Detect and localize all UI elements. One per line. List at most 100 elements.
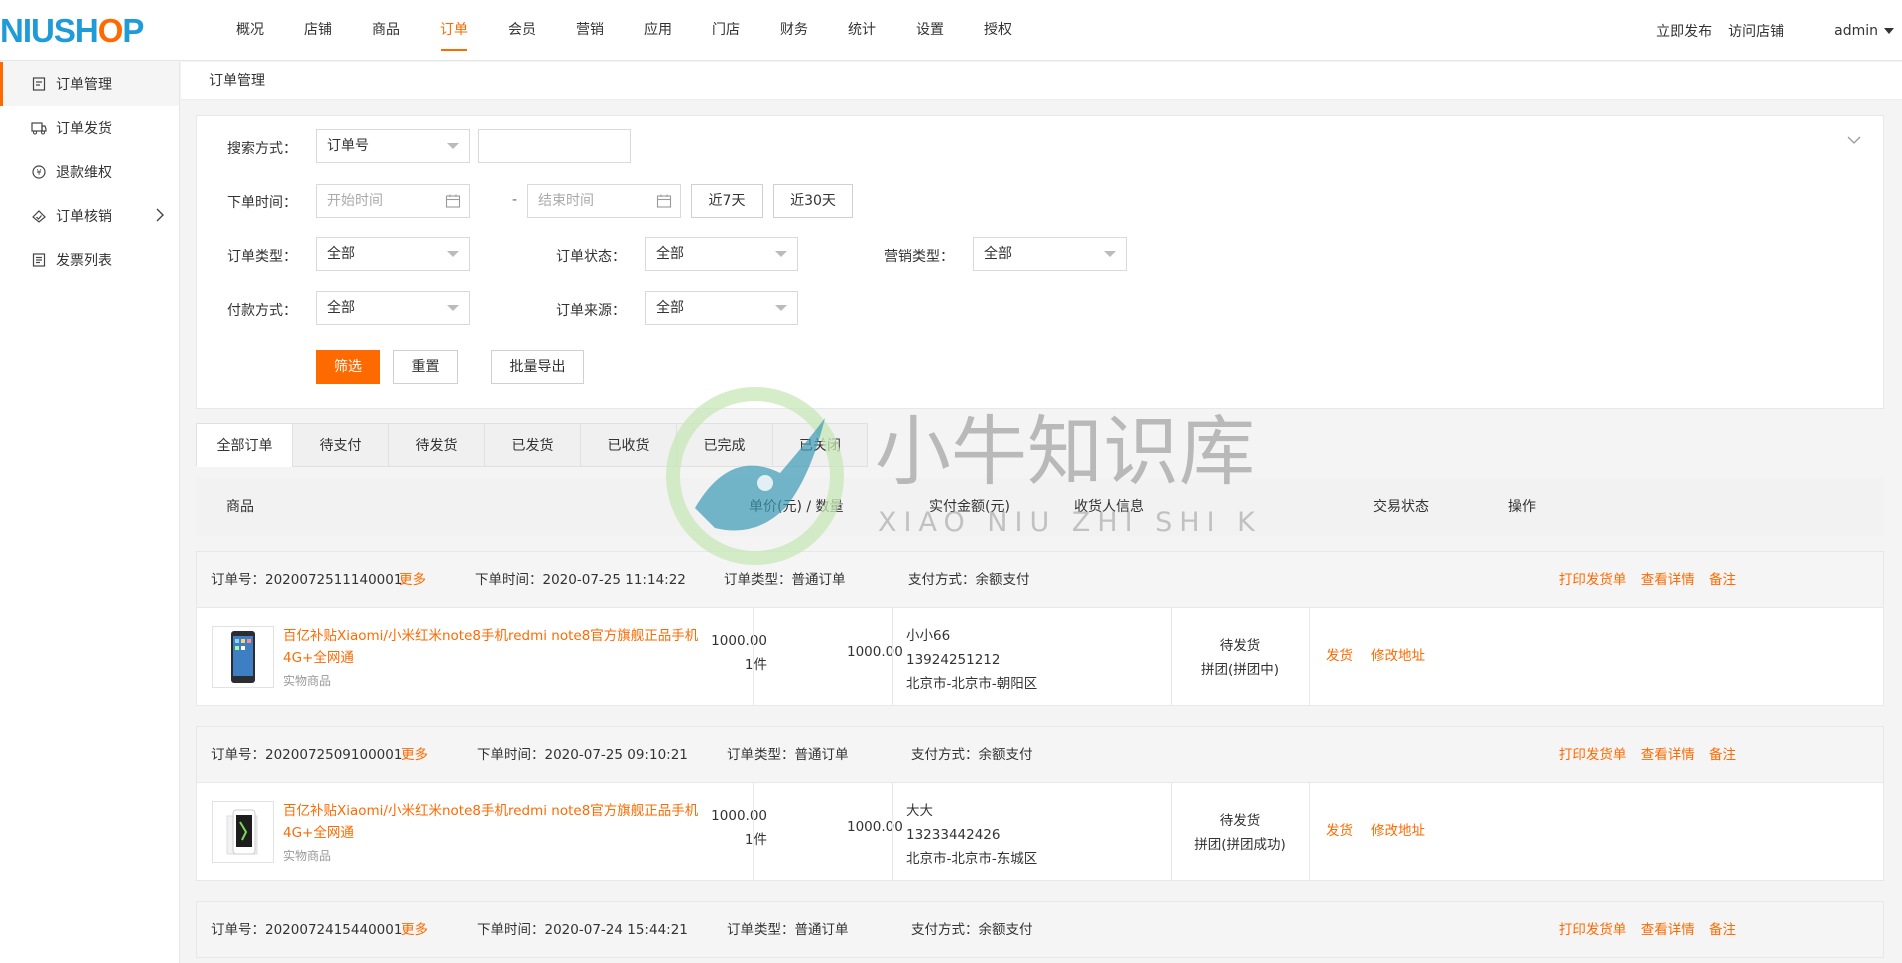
order-header-actions: 打印发货单 查看详情 备注 xyxy=(1549,727,1736,783)
more-link[interactable]: 更多 xyxy=(401,902,428,958)
caret-down-icon xyxy=(447,143,459,149)
nav-license[interactable]: 授权 xyxy=(964,0,1032,61)
publish-link[interactable]: 立即发布 xyxy=(1656,21,1712,41)
order-no-value: 2020072509100001 xyxy=(265,747,403,763)
order-pay-label: 支付方式： xyxy=(911,747,979,763)
paid-amount: 1000.00 xyxy=(847,644,903,660)
tab-all-orders[interactable]: 全部订单 xyxy=(196,423,292,467)
receiver-name: 小小66 xyxy=(906,628,951,644)
more-link[interactable]: 更多 xyxy=(399,552,426,608)
calendar-icon xyxy=(445,194,461,208)
order-source-select[interactable]: 全部 xyxy=(645,291,798,325)
user-menu[interactable]: admin xyxy=(1834,23,1894,39)
more-link[interactable]: 更多 xyxy=(401,727,428,783)
reset-button[interactable]: 重置 xyxy=(393,350,458,384)
start-time-placeholder: 开始时间 xyxy=(327,193,383,209)
tab-pending-shipment[interactable]: 待发货 xyxy=(388,423,484,467)
nav-finance[interactable]: 财务 xyxy=(760,0,828,61)
edit-address-link[interactable]: 修改地址 xyxy=(1371,823,1425,839)
sidebar-item-invoice[interactable]: 发票列表 xyxy=(0,238,179,282)
receiver-info: 大大 13233442426 北京市-北京市-东城区 xyxy=(906,799,1037,871)
visit-store-link[interactable]: 访问店铺 xyxy=(1728,21,1784,41)
ship-link[interactable]: 发货 xyxy=(1326,823,1353,839)
order-time-label: 下单时间： xyxy=(475,572,543,588)
product-title-link[interactable]: 百亿补贴Xiaomi/小米红米note8手机redmi note8官方旗舰正品手… xyxy=(283,800,703,844)
order-source-label: 订单来源： xyxy=(556,303,626,319)
product-type: 实物商品 xyxy=(283,849,332,863)
tab-closed[interactable]: 已关闭 xyxy=(772,423,868,467)
sidebar-item-order-ship[interactable]: 订单发货 xyxy=(0,106,179,150)
print-shipping-note-link[interactable]: 打印发货单 xyxy=(1559,747,1627,763)
last-7-days-button[interactable]: 近7天 xyxy=(691,184,763,218)
order-no-label: 订单号： xyxy=(211,747,265,763)
sidebar-item-verify[interactable]: 订单核销 xyxy=(0,194,179,238)
nav-members[interactable]: 会员 xyxy=(488,0,556,61)
breadcrumb: 订单管理 xyxy=(181,62,1902,100)
view-detail-link[interactable]: 查看详情 xyxy=(1641,747,1695,763)
top-right-links: 立即发布 访问店铺 admin xyxy=(1656,0,1902,61)
batch-export-button[interactable]: 批量导出 xyxy=(491,350,584,384)
edit-address-link[interactable]: 修改地址 xyxy=(1371,648,1425,664)
tab-completed[interactable]: 已完成 xyxy=(676,423,772,467)
caret-down-icon xyxy=(447,251,459,257)
order-time-value: 2020-07-25 11:14:22 xyxy=(542,572,686,588)
cell-divider xyxy=(753,608,754,705)
nav-overview[interactable]: 概况 xyxy=(216,0,284,61)
product-thumbnail[interactable] xyxy=(212,801,274,863)
note-link[interactable]: 备注 xyxy=(1709,747,1736,763)
product-title-link[interactable]: 百亿补贴Xiaomi/小米红米note8手机redmi note8官方旗舰正品手… xyxy=(283,625,703,669)
tab-pending-payment[interactable]: 待支付 xyxy=(292,423,388,467)
caret-down-icon xyxy=(447,305,459,311)
order-time-label: 下单时间： xyxy=(227,195,297,211)
order-no: 订单号：2020072511140001 xyxy=(211,552,402,608)
search-type-select[interactable]: 订单号 xyxy=(316,129,470,163)
nav-stores[interactable]: 门店 xyxy=(692,0,760,61)
chevron-down-icon[interactable] xyxy=(1847,133,1861,149)
column-header-receiver: 收货人信息 xyxy=(1074,499,1144,515)
cell-divider xyxy=(892,783,893,880)
niushop-logo[interactable]: NIUSHOP xyxy=(0,12,144,49)
nav-orders[interactable]: 订单 xyxy=(420,0,488,61)
end-time-input[interactable]: 结束时间 xyxy=(527,184,681,218)
marketing-type-select[interactable]: 全部 xyxy=(973,237,1127,271)
print-shipping-note-link[interactable]: 打印发货单 xyxy=(1559,922,1627,938)
order-type-select[interactable]: 全部 xyxy=(316,237,470,271)
cell-divider xyxy=(1309,608,1310,705)
pay-method-select[interactable]: 全部 xyxy=(316,291,470,325)
truck-icon xyxy=(30,119,48,137)
nav-goods[interactable]: 商品 xyxy=(352,0,420,61)
logo-text: IUSH xyxy=(22,12,99,49)
receiver-address: 北京市-北京市-朝阳区 xyxy=(906,676,1038,692)
nav-stats[interactable]: 统计 xyxy=(828,0,896,61)
print-shipping-note-link[interactable]: 打印发货单 xyxy=(1559,572,1627,588)
note-link[interactable]: 备注 xyxy=(1709,922,1736,938)
order-card: 订单号：2020072509100001 更多 下单时间：2020-07-25 … xyxy=(196,726,1884,881)
nav-store[interactable]: 店铺 xyxy=(284,0,352,61)
ship-link[interactable]: 发货 xyxy=(1326,648,1353,664)
order-pay-method: 支付方式：余额支付 xyxy=(911,727,1033,783)
tab-shipped[interactable]: 已发货 xyxy=(484,423,580,467)
product-thumbnail[interactable] xyxy=(212,626,274,688)
order-pay-value: 余额支付 xyxy=(975,572,1030,588)
view-detail-link[interactable]: 查看详情 xyxy=(1641,922,1695,938)
nav-marketing[interactable]: 营销 xyxy=(556,0,624,61)
last-30-days-button[interactable]: 近30天 xyxy=(773,184,853,218)
sidebar-item-order-manage[interactable]: 订单管理 xyxy=(0,62,179,106)
view-detail-link[interactable]: 查看详情 xyxy=(1641,572,1695,588)
quantity: 1件 xyxy=(744,657,767,673)
order-status-select[interactable]: 全部 xyxy=(645,237,798,271)
sidebar-item-refund[interactable]: ¥ 退款维权 xyxy=(0,150,179,194)
caret-down-icon xyxy=(1884,27,1894,34)
start-time-input[interactable]: 开始时间 xyxy=(316,184,470,218)
search-input[interactable] xyxy=(478,129,631,163)
status-text: 待发货 xyxy=(1219,813,1261,829)
column-header-paid: 实付金额(元) xyxy=(929,499,1010,515)
caret-down-icon xyxy=(1104,251,1116,257)
tab-received[interactable]: 已收货 xyxy=(580,423,676,467)
verify-icon xyxy=(30,207,48,225)
note-link[interactable]: 备注 xyxy=(1709,572,1736,588)
order-pay-method: 支付方式：余额支付 xyxy=(911,902,1033,958)
nav-settings[interactable]: 设置 xyxy=(896,0,964,61)
nav-apps[interactable]: 应用 xyxy=(624,0,692,61)
filter-button[interactable]: 筛选 xyxy=(316,350,380,384)
